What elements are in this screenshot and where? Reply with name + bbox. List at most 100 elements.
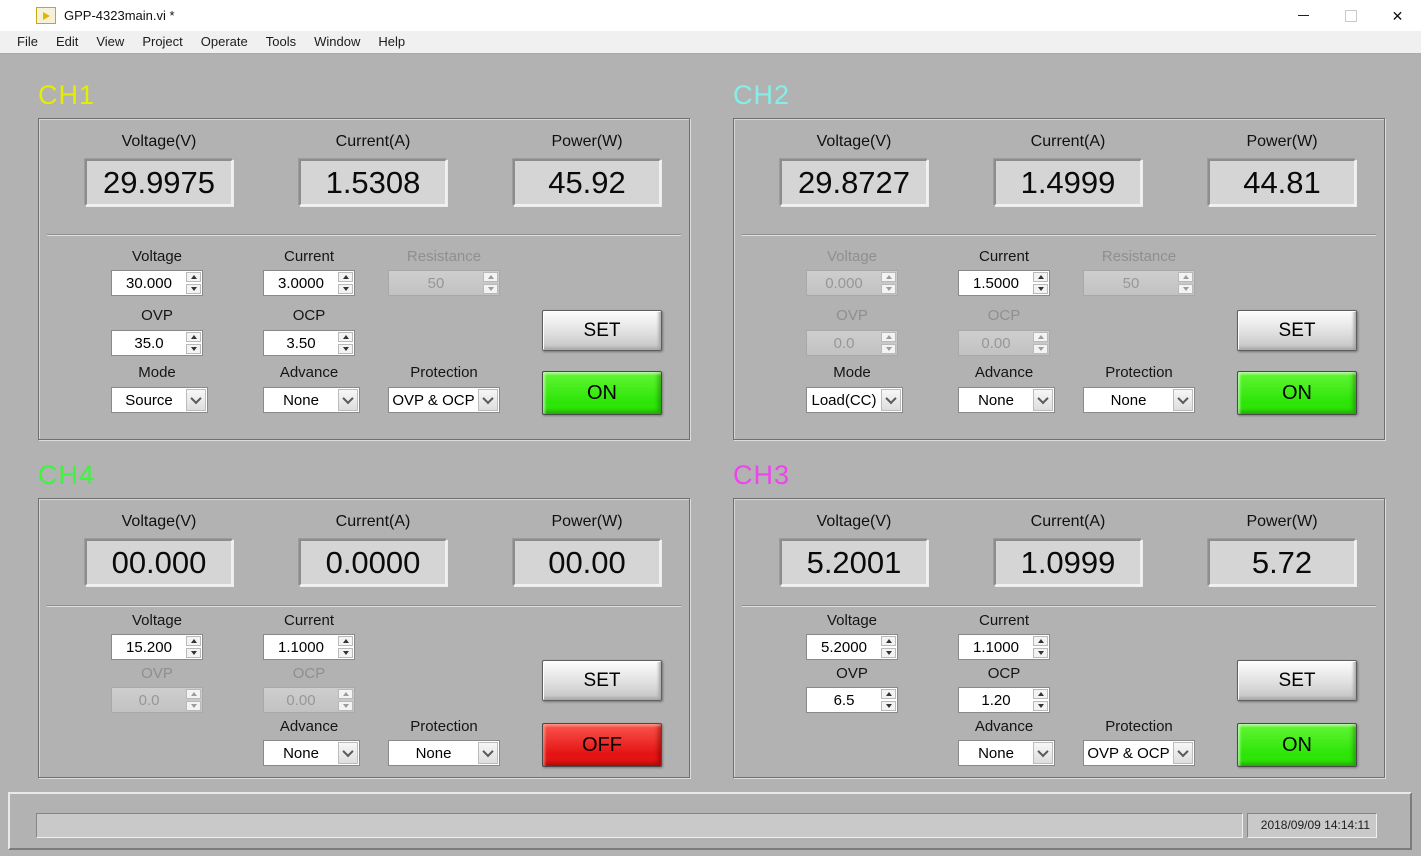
spin-down-icon[interactable] [1033,701,1048,711]
spinner[interactable] [338,636,353,658]
ch1-mode-select[interactable]: Source [111,387,208,413]
spin-up-icon[interactable] [338,636,353,646]
dropdown-button[interactable] [1033,742,1053,764]
ch4-set-button[interactable]: SET [542,660,662,701]
ch1-power-indicator-label: Power(W) [513,133,661,151]
maximize-button[interactable] [1327,0,1374,31]
ch4-ovp-input: 0.0 [111,687,203,713]
ch2-power-button[interactable]: ON [1237,371,1357,415]
spinner [1033,332,1048,354]
ch4-voltage-input[interactable]: 15.200 [111,634,203,660]
chevron-down-icon [190,393,201,404]
ch3-ovp-input[interactable]: 6.5 [806,687,898,713]
spin-up-icon[interactable] [186,272,201,282]
spin-down-icon[interactable] [881,701,896,711]
spin-down-icon[interactable] [881,648,896,658]
ch1-ocp-input[interactable]: 3.50 [263,330,355,356]
spin-up-icon[interactable] [186,332,201,342]
dropdown-button[interactable] [1033,389,1053,411]
ch4-protection-select[interactable]: None [388,740,500,766]
spin-down-icon[interactable] [186,344,201,354]
ch2-protection-select[interactable]: None [1083,387,1195,413]
menu-edit[interactable]: Edit [47,31,87,53]
ch1-protection-select[interactable]: OVP & OCP [388,387,500,413]
spinner[interactable] [186,272,201,294]
spinner[interactable] [338,332,353,354]
spin-down-icon[interactable] [338,284,353,294]
menu-tools[interactable]: Tools [257,31,305,53]
menu-window[interactable]: Window [305,31,369,53]
ch1-ovp-input[interactable]: 35.0 [111,330,203,356]
spin-down-icon[interactable] [1033,284,1048,294]
menu-operate[interactable]: Operate [192,31,257,53]
ch1-current-input[interactable]: 3.0000 [263,270,355,296]
spin-up-icon[interactable] [186,636,201,646]
ch4-current-input[interactable]: 1.1000 [263,634,355,660]
dropdown-button[interactable] [478,742,498,764]
ch3-voltage-indicator-label: Voltage(V) [780,513,928,531]
ch2-protection-value: None [1084,392,1173,409]
spin-down-icon[interactable] [186,648,201,658]
ch2-advance-select[interactable]: None [958,387,1055,413]
spinner[interactable] [1033,689,1048,711]
spin-up-icon[interactable] [338,332,353,342]
dropdown-button[interactable] [478,389,498,411]
ch3-ocp-input[interactable]: 1.20 [958,687,1050,713]
ch3-voltage-input[interactable]: 5.2000 [806,634,898,660]
ch4-current-display: 0.0000 [299,539,447,586]
dropdown-button[interactable] [1173,389,1193,411]
ch2-resistance-value: 50 [1084,275,1178,292]
ch3-protection-select[interactable]: OVP & OCP [1083,740,1195,766]
ch2-set-button[interactable]: SET [1237,310,1357,351]
window-controls: ✕ [1280,0,1421,31]
ch2-ovp-value: 0.0 [807,335,881,352]
spin-down-icon[interactable] [1033,648,1048,658]
ch2-advance-value: None [959,392,1033,409]
ch4-advance-select[interactable]: None [263,740,360,766]
ch1-power-button[interactable]: ON [542,371,662,415]
dropdown-button[interactable] [1173,742,1193,764]
spin-down-icon[interactable] [338,648,353,658]
spinner[interactable] [881,636,896,658]
spin-up-icon [338,689,353,699]
dropdown-button[interactable] [186,389,206,411]
spin-down-icon[interactable] [186,284,201,294]
spinner[interactable] [1033,636,1048,658]
spinner[interactable] [338,272,353,294]
spin-down-icon [881,344,896,354]
menu-view[interactable]: View [87,31,133,53]
minimize-button[interactable] [1280,0,1327,31]
menu-file[interactable]: File [8,31,47,53]
menu-help[interactable]: Help [369,31,414,53]
dropdown-button[interactable] [338,742,358,764]
ch3-advance-select[interactable]: None [958,740,1055,766]
spinner[interactable] [186,636,201,658]
ch4-power-button[interactable]: OFF [542,723,662,767]
ch2-mode-select[interactable]: Load(CC) [806,387,903,413]
chevron-down-icon [1177,393,1188,404]
ch2-current-input[interactable]: 1.5000 [958,270,1050,296]
ch3-power-button[interactable]: ON [1237,723,1357,767]
spin-up-icon[interactable] [338,272,353,282]
spinner[interactable] [1033,272,1048,294]
spinner[interactable] [186,332,201,354]
spin-up-icon[interactable] [1033,636,1048,646]
ch3-set-button[interactable]: SET [1237,660,1357,701]
spin-up-icon[interactable] [881,689,896,699]
ch2-ocp-value: 0.00 [959,335,1033,352]
dropdown-button[interactable] [881,389,901,411]
ch1-advance-select[interactable]: None [263,387,360,413]
spinner [881,272,896,294]
spin-up-icon[interactable] [1033,272,1048,282]
ch3-current-input[interactable]: 1.1000 [958,634,1050,660]
menu-project[interactable]: Project [133,31,191,53]
spin-up-icon[interactable] [1033,689,1048,699]
spinner[interactable] [881,689,896,711]
spin-down-icon[interactable] [338,344,353,354]
ch1-set-button[interactable]: SET [542,310,662,351]
close-button[interactable]: ✕ [1374,0,1421,31]
dropdown-button[interactable] [338,389,358,411]
ch1-voltage-input[interactable]: 30.000 [111,270,203,296]
spin-up-icon[interactable] [881,636,896,646]
ch3-voltage-value: 5.2000 [807,639,881,656]
